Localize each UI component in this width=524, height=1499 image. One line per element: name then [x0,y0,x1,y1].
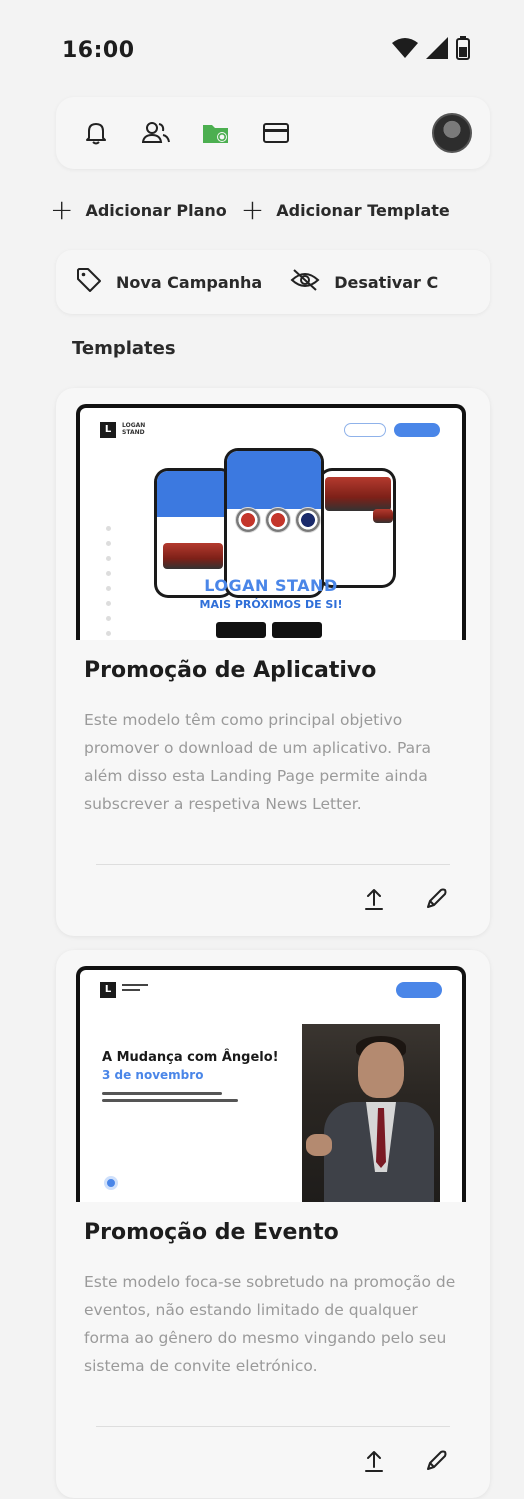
credit-card-icon[interactable] [258,115,294,151]
preview-logo: L [100,982,116,998]
status-bar: 16:00 [0,0,524,100]
battery-icon [456,36,470,64]
status-icons [392,36,470,64]
template-preview-image: L A Mudança com Ângelo! 3 de novembro [76,966,466,1202]
top-toolbar [56,97,490,169]
template-description: Este modelo foca-se sobretudo na promoçã… [84,1273,456,1375]
scroll-fade [440,250,490,314]
signal-icon [426,37,448,63]
template-description: Este modelo têm como principal objetivo … [84,711,431,813]
template-title: Promoção de Aplicativo [84,658,377,683]
preview-logo: L [100,422,116,438]
pencil-icon[interactable] [422,884,450,914]
section-title: Templates [72,338,176,359]
preview-headline: A Mudança com Ângelo! [102,1050,279,1065]
plus-icon: + [240,193,265,226]
preview-subheadline: 3 de novembro [102,1068,204,1082]
pencil-icon[interactable] [422,1446,450,1476]
tag-icon [76,267,102,297]
campaign-actions[interactable]: Nova Campanha Desativar C [56,250,490,314]
preview-headline: LOGAN STAND [204,576,338,595]
plus-icon: + [50,193,74,226]
avatar[interactable] [432,113,472,153]
status-time: 16:00 [62,37,135,63]
add-template-button[interactable]: + Adicionar Template [241,196,450,224]
upload-icon[interactable] [360,884,388,914]
preview-phone-right [318,468,396,588]
bell-icon[interactable] [78,115,114,151]
card-divider [96,864,450,865]
preview-logo-lines [122,984,148,991]
add-plan-button[interactable]: + Adicionar Plano [50,196,227,224]
users-icon[interactable] [138,115,174,151]
preview-store-badges [216,622,322,638]
add-template-label: Adicionar Template [276,200,450,220]
preview-text-lines [102,1092,238,1102]
template-card[interactable]: L LOGAN STAND LOGAN STAND MAIS PRÓXIMOS … [56,388,490,936]
preview-speaker-photo [302,1024,440,1202]
add-actions: + Adicionar Plano + Adicionar Template [50,188,500,232]
eye-off-icon [290,268,320,296]
upload-icon[interactable] [360,1446,388,1476]
preview-pill-outline [344,423,386,437]
card-actions [360,884,450,914]
template-title: Promoção de Evento [84,1220,339,1245]
deactivate-campaign-label: Desativar C [334,272,439,292]
new-campaign-button[interactable]: Nova Campanha [76,267,262,297]
preview-pill-filled [394,423,440,437]
card-divider [96,1426,450,1427]
preview-subheadline: MAIS PRÓXIMOS DE SI! [199,598,343,611]
preview-logo-text: LOGAN STAND [122,422,146,436]
preview-circle-button [104,1176,118,1190]
new-campaign-label: Nova Campanha [116,272,263,292]
add-plan-label: Adicionar Plano [85,200,227,220]
template-preview-image: L LOGAN STAND LOGAN STAND MAIS PRÓXIMOS … [76,404,466,640]
card-actions [360,1446,450,1476]
deactivate-campaign-button[interactable]: Desativar C [290,268,438,296]
template-card[interactable]: L A Mudança com Ângelo! 3 de novembro Pr… [56,950,490,1498]
wifi-icon [392,37,418,63]
preview-pill-filled [396,982,442,998]
folder-icon[interactable] [198,115,234,151]
